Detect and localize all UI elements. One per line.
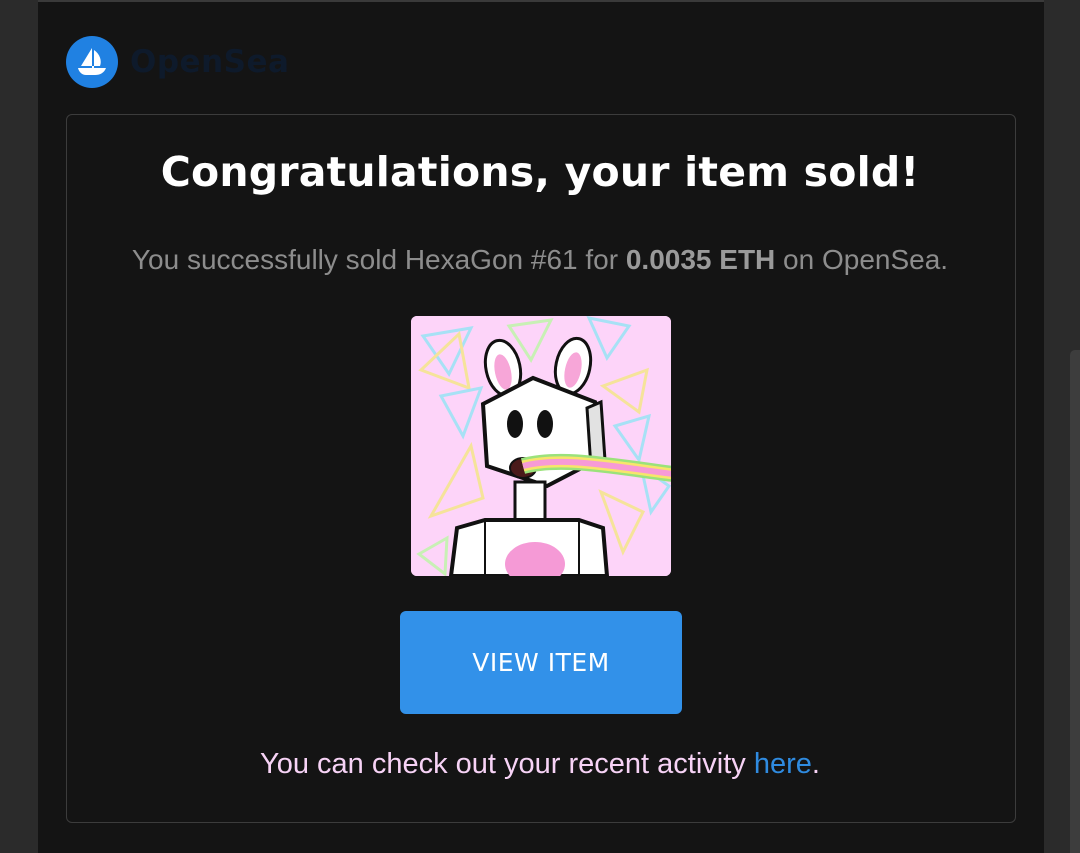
sale-price: 0.0035 ETH — [625, 244, 776, 275]
sale-description: You successfully sold HexaGon #61 for 0.… — [0, 244, 1080, 276]
nft-item-image — [411, 316, 671, 576]
sale-description-suffix: on OpenSea. — [775, 244, 949, 275]
brand-name: OpenSea — [130, 44, 290, 80]
recent-activity-period: . — [811, 748, 820, 780]
view-item-button[interactable]: VIEW ITEM — [400, 611, 682, 714]
recent-activity-text: You can check out your recent activity h… — [0, 748, 1080, 781]
email-top-border — [38, 0, 1044, 2]
recent-activity-prefix: You can check out your recent activity — [260, 748, 754, 780]
sale-description-prefix: You successfully sold HexaGon #61 for — [131, 244, 626, 275]
page-title: Congratulations, your item sold! — [160, 148, 920, 196]
app-window: OpenSea Congratulations, your item sold!… — [0, 0, 1080, 853]
opensea-logo: OpenSea — [66, 36, 289, 88]
opensea-boat-icon — [66, 36, 118, 88]
recent-activity-link[interactable]: here — [754, 748, 812, 780]
